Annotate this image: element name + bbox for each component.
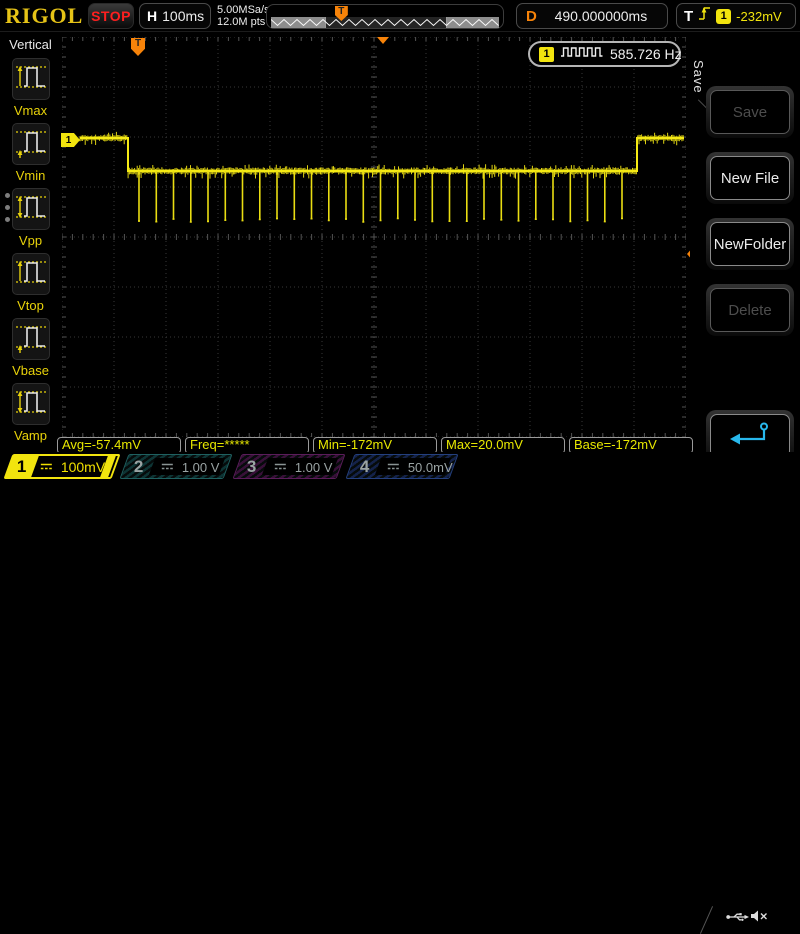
status-divider xyxy=(699,906,714,934)
measure-label: Vmax xyxy=(13,103,48,118)
speaker-muted-icon xyxy=(750,909,769,928)
run-state-label: STOP xyxy=(91,8,131,24)
rising-edge-icon xyxy=(698,5,711,27)
save-button[interactable]: Save xyxy=(710,90,790,134)
ch1-waveform-trace xyxy=(79,131,684,223)
timebase-value: 100ms xyxy=(162,8,205,24)
new-file-button[interactable]: New File xyxy=(710,156,790,200)
channel-number: 4 xyxy=(360,456,370,476)
channel-status-2[interactable]: 2 1.00 V xyxy=(119,454,233,479)
sidebar-item-vbase[interactable]: Vbase xyxy=(0,318,61,378)
delay-value: 490.000000ms xyxy=(554,8,648,24)
run-state-indicator: STOP xyxy=(88,3,134,29)
sidebar-item-vtop[interactable]: Vtop xyxy=(0,253,61,313)
vbase-icon xyxy=(11,318,50,360)
trigger-box: T 1 -232mV xyxy=(676,3,796,29)
vtop-icon xyxy=(11,253,50,295)
vertical-measure-menu: Vertical Vmax Vmin Vpp Vtop Vbase Vamp xyxy=(0,32,61,452)
delay-box: D 490.000000ms xyxy=(516,3,668,29)
brand-logo: RIGOL xyxy=(5,3,84,28)
sidebar-item-vamp[interactable]: Vamp xyxy=(0,383,61,443)
menu-tab-save: Save xyxy=(691,60,706,94)
channel-status-4[interactable]: 4 50.0mV xyxy=(345,454,459,479)
dc-coupling-icon xyxy=(387,458,400,476)
menu-page-dot xyxy=(5,193,10,198)
channel-scale: 50.0mV xyxy=(408,459,453,474)
top-status-bar: RIGOL STOP H 100ms 5.00MSa/s 12.0M pts T… xyxy=(0,0,800,32)
channel-status-1[interactable]: 1 100mV xyxy=(3,454,121,479)
t-label: T xyxy=(684,7,694,25)
pulse-train-icon xyxy=(560,45,604,64)
frequency-counter: 1 585.726 Hz xyxy=(528,41,682,67)
channel-scale: 1.00 V xyxy=(182,459,220,474)
dc-coupling-icon xyxy=(161,458,174,476)
return-arrow-icon xyxy=(728,421,772,451)
menu-page-dot xyxy=(5,205,10,210)
dc-coupling-icon xyxy=(274,458,287,476)
preview-waveform xyxy=(271,18,499,27)
counter-frequency-value: 585.726 Hz xyxy=(610,46,682,62)
preview-bar xyxy=(271,17,499,28)
channel-status-bar: 1 100mV 2 1.00 V 3 1.00 V 4 50.0mV xyxy=(0,452,800,934)
trigger-source-badge: 1 xyxy=(716,8,732,24)
channel-number: 2 xyxy=(134,456,144,476)
measure-label: Vtop xyxy=(17,298,44,313)
measure-label: Vmin xyxy=(15,168,46,183)
dc-coupling-icon xyxy=(40,458,53,476)
delete-button[interactable]: Delete xyxy=(710,288,790,332)
vmin-icon xyxy=(11,123,50,165)
waveform-preview-strip: T xyxy=(266,4,504,29)
counter-channel-badge: 1 xyxy=(539,46,554,62)
newfolder-button[interactable]: NewFolder xyxy=(710,222,790,266)
d-label: D xyxy=(526,7,537,25)
horizontal-timebase-box: H 100ms xyxy=(139,3,211,29)
vamp-icon xyxy=(11,383,50,425)
sidebar-item-vmin[interactable]: Vmin xyxy=(0,123,61,183)
measure-label: Vpp xyxy=(18,233,43,248)
menu-page-dot xyxy=(5,217,10,222)
vmax-icon xyxy=(11,58,50,100)
measure-label: Vbase xyxy=(12,363,49,378)
trigger-level-value: -232mV xyxy=(736,8,782,24)
h-label: H xyxy=(147,8,158,24)
acquisition-info: 5.00MSa/s 12.0M pts xyxy=(217,4,270,28)
sample-rate: 5.00MSa/s xyxy=(217,4,270,16)
channel-number: 1 xyxy=(17,456,27,476)
channel-number: 3 xyxy=(247,456,257,476)
channel-scale: 100mV xyxy=(61,458,106,475)
channel-status-3[interactable]: 3 1.00 V xyxy=(232,454,346,479)
menu-title: Vertical xyxy=(9,37,52,52)
oscilloscope-screen: RIGOL STOP H 100ms 5.00MSa/s 12.0M pts T… xyxy=(0,0,800,934)
memory-depth: 12.0M pts xyxy=(217,16,266,28)
measure-label: Vamp xyxy=(14,428,47,443)
channel-scale: 1.00 V xyxy=(295,459,333,474)
sidebar-item-vmax[interactable]: Vmax xyxy=(0,58,61,118)
usb-icon xyxy=(726,910,749,928)
vpp-icon xyxy=(11,188,50,230)
